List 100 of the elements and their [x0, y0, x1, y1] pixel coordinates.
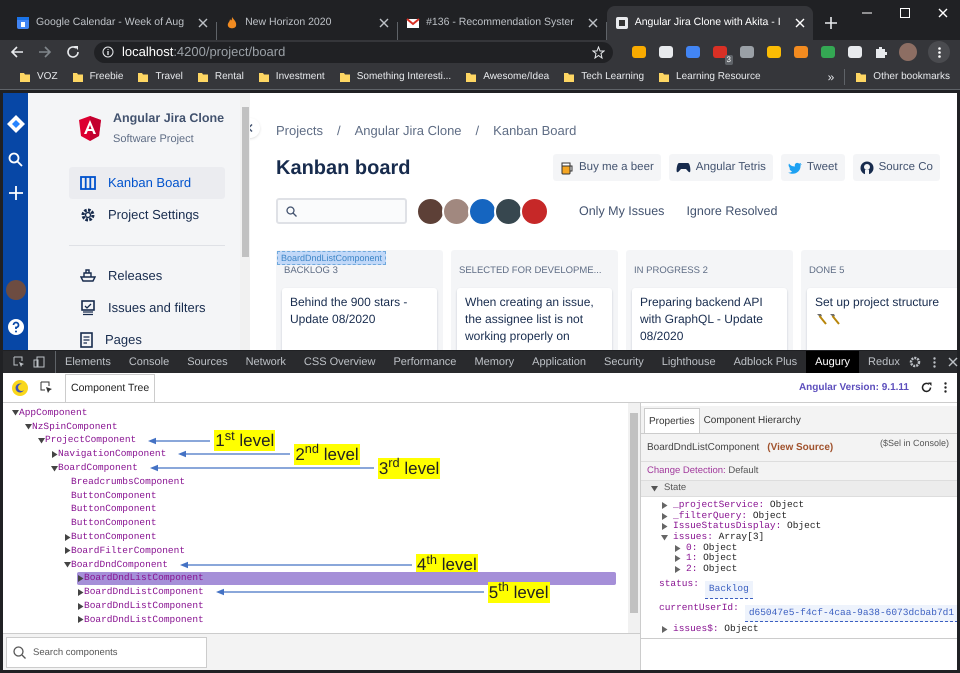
menu-button[interactable]	[928, 41, 950, 63]
maximize-icon[interactable]	[900, 8, 910, 18]
search-icon[interactable]	[8, 152, 23, 167]
tree-item[interactable]: ProjectComponent	[38, 434, 136, 447]
filter-button[interactable]: Only My Issues	[579, 202, 664, 220]
filter-button[interactable]: Ignore Resolved	[686, 202, 778, 220]
bookmark[interactable]: Other bookmarks	[855, 69, 950, 84]
device-icon[interactable]	[33, 356, 45, 368]
expand-arrow-icon[interactable]	[661, 512, 668, 520]
scrollbar[interactable]	[628, 403, 640, 633]
tree-item[interactable]: BoardDndListComponent	[77, 586, 204, 599]
sidebar-item[interactable]: Kanban Board	[69, 167, 225, 199]
collapse-arrow-icon[interactable]	[661, 534, 668, 541]
bookmark[interactable]: Learning Resource	[658, 69, 761, 84]
expand-arrow-icon[interactable]	[674, 544, 681, 552]
bookmark[interactable]: Freebie	[72, 69, 124, 84]
star-icon[interactable]	[592, 46, 605, 58]
extension-icon[interactable]	[658, 44, 674, 60]
issue-card[interactable]: When creating an issue, the assignee list is not working properly on	[457, 288, 612, 350]
extension-icon[interactable]	[739, 44, 755, 60]
header-button[interactable]: Source Co	[852, 154, 940, 181]
plus-icon[interactable]	[8, 186, 22, 200]
close-icon[interactable]	[588, 18, 598, 28]
expand-arrow-icon[interactable]	[77, 616, 84, 624]
browser-tab[interactable]: #136 - Recommendation Syster	[398, 6, 606, 40]
close-icon[interactable]	[198, 18, 208, 28]
sidebar-item[interactable]: Project Settings	[69, 199, 225, 231]
sidebar-item[interactable]: Issues and filters	[69, 292, 225, 324]
collapse-arrow-icon[interactable]	[25, 423, 32, 430]
expand-arrow-icon[interactable]	[661, 502, 668, 509]
property-value-field[interactable]: d65047e5-f4cf-4caa-9a38-6073dcbab7d1	[744, 604, 957, 622]
bookmark[interactable]: Something Interesti...	[338, 69, 452, 84]
kebab-menu-icon[interactable]	[944, 382, 947, 393]
search-field[interactable]	[276, 198, 407, 224]
refresh-icon[interactable]	[921, 382, 932, 393]
tree-item[interactable]: ButtonComponent	[64, 502, 157, 516]
help-icon[interactable]	[8, 319, 24, 335]
inspect-icon[interactable]	[13, 356, 25, 368]
more-bookmarks[interactable]: »	[828, 68, 834, 86]
tree-item[interactable]: BreadcrumbsComponent	[64, 475, 186, 488]
browser-tab[interactable]: Angular Jira Clone with Akita - I	[606, 6, 813, 40]
devtools-tab[interactable]: Network	[236, 351, 295, 373]
tree-item[interactable]: BoardDndListComponent	[77, 613, 204, 626]
close-icon[interactable]	[379, 18, 390, 28]
expand-arrow-icon[interactable]	[77, 602, 84, 610]
issue-card[interactable]: Preparing backend API with GraphQL - Update 08/2020	[632, 288, 787, 350]
collapse-arrow-icon[interactable]	[64, 561, 71, 568]
sidebar-item[interactable]: Releases	[69, 260, 225, 292]
header-button[interactable]: Angular Tetris	[668, 154, 773, 181]
bookmark[interactable]: Tech Learning	[563, 69, 644, 84]
sidebar-item[interactable]: Pages	[69, 324, 225, 350]
tree-item[interactable]: BoardDndComponent	[64, 558, 168, 572]
tree-item[interactable]: AppComponent	[12, 406, 88, 420]
devtools-tab[interactable]: Adblock Plus	[724, 351, 806, 373]
collapse-arrow-icon[interactable]	[51, 464, 58, 472]
extension-icon[interactable]	[631, 44, 647, 60]
profile-avatar[interactable]	[899, 43, 917, 61]
devtools-tab[interactable]: Lighthouse	[652, 351, 725, 373]
collapse-arrow-icon[interactable]	[38, 436, 45, 444]
tree-item[interactable]: BoardFilterComponent	[64, 544, 186, 558]
devtools-tab[interactable]: Redux	[859, 351, 909, 373]
issue-card[interactable]: Behind the 900 stars - Update 08/2020	[282, 288, 437, 350]
expand-arrow-icon[interactable]	[64, 547, 71, 554]
devtools-tab[interactable]: Elements	[56, 351, 120, 373]
expand-arrow-icon[interactable]	[77, 588, 84, 596]
devtools-tab[interactable]: Console	[120, 351, 178, 373]
reload-icon[interactable]	[66, 45, 80, 59]
bookmark[interactable]: Travel	[137, 69, 183, 84]
devtools-tab[interactable]: Performance	[384, 351, 466, 373]
bookmark[interactable]: VOZ	[19, 69, 58, 84]
expand-arrow-icon[interactable]	[674, 566, 681, 573]
devtools-tab[interactable]: Application	[523, 351, 595, 373]
expand-arrow-icon[interactable]	[64, 534, 71, 541]
property-value-field[interactable]: Backlog	[704, 580, 753, 599]
devtools-tab[interactable]: Security	[595, 351, 653, 373]
expand-arrow-icon[interactable]	[51, 450, 58, 458]
back-icon[interactable]	[10, 45, 24, 59]
devtools-tab[interactable]: Memory	[465, 351, 524, 373]
kebab-menu-icon[interactable]	[932, 356, 936, 368]
expand-arrow-icon[interactable]	[674, 555, 681, 562]
extension-icon[interactable]	[793, 44, 809, 60]
breadcrumb[interactable]: Projects	[276, 121, 323, 140]
close-icon[interactable]	[948, 357, 958, 367]
issue-card[interactable]: Set up project structure	[807, 288, 957, 350]
header-button[interactable]: Buy me a beer	[553, 154, 661, 181]
browser-tab[interactable]: New Horizon 2020	[217, 6, 398, 40]
tree-item[interactable]: ButtonComponent	[64, 530, 157, 544]
devtools-tab[interactable]: CSS Overview	[294, 351, 384, 373]
extension-icon[interactable]	[766, 44, 782, 60]
extension-icon[interactable]	[847, 44, 863, 60]
component-tree-tab[interactable]: Component Tree	[65, 374, 156, 402]
browser-tab[interactable]: Google Calendar - Week of Aug	[8, 6, 216, 40]
bookmark[interactable]: Investment	[258, 69, 325, 84]
address-bar[interactable]: localhost:4200/project/board	[94, 42, 613, 62]
devtools-tab[interactable]: Augury	[806, 351, 860, 373]
tree-item[interactable]: BoardDndListComponent	[77, 600, 204, 613]
devtools-tab[interactable]: Sources	[178, 351, 237, 373]
header-button[interactable]: Tweet	[780, 154, 845, 181]
extensions-icon[interactable]	[874, 45, 888, 59]
view-source-link[interactable]: (View Source)	[767, 440, 834, 455]
